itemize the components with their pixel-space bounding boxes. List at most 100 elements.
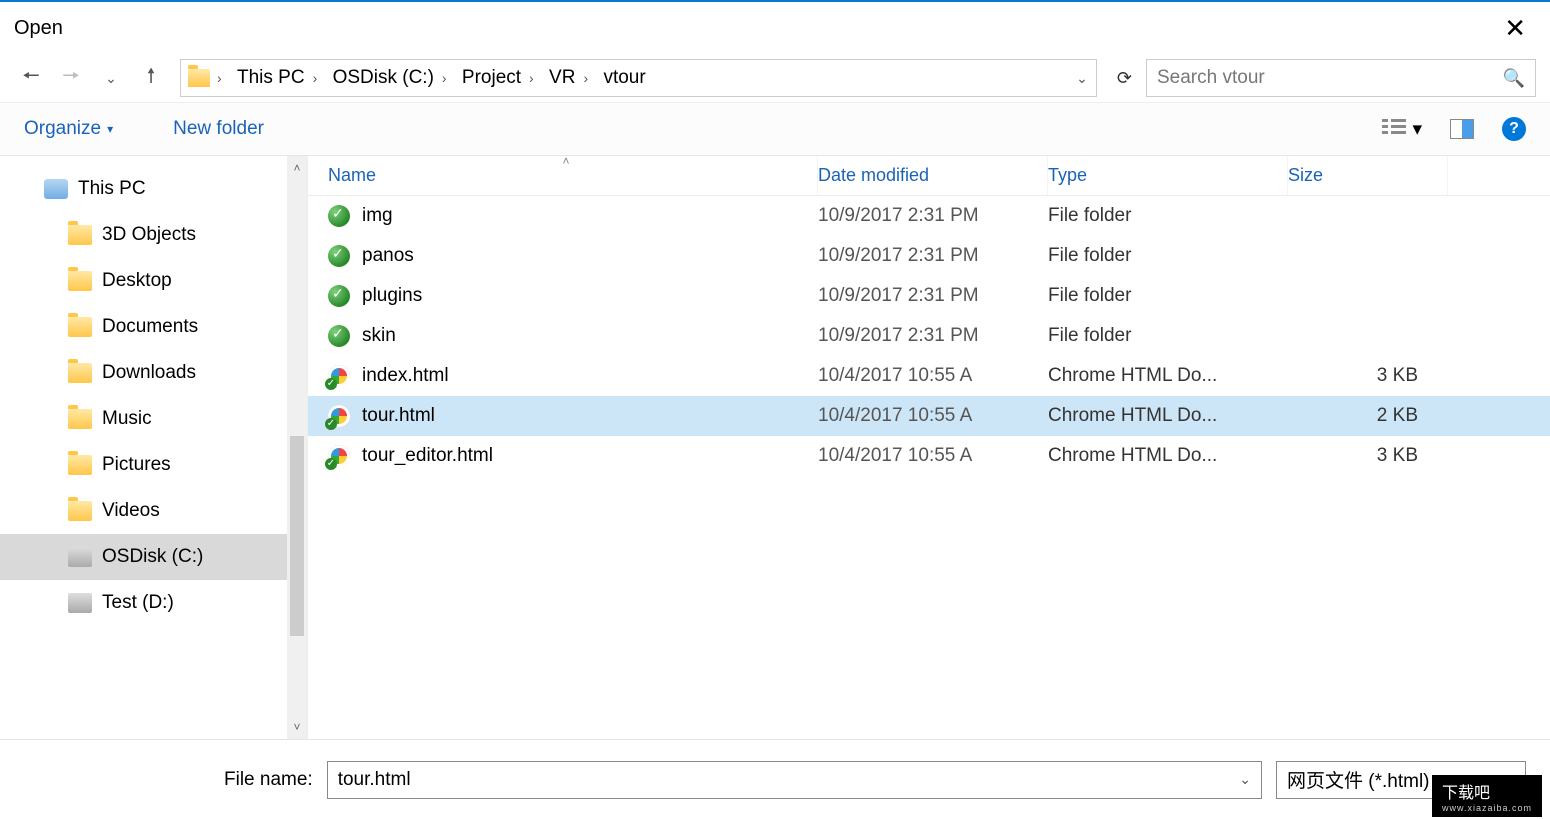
up-button[interactable]: 🠕	[134, 61, 168, 95]
navigation-pane: This PC3D ObjectsDesktopDocumentsDownloa…	[0, 156, 308, 739]
html-icon	[328, 445, 350, 467]
file-name: tour_editor.html	[362, 445, 493, 467]
file-name: panos	[362, 245, 414, 267]
title-bar: Open ✕	[0, 2, 1550, 54]
file-type: Chrome HTML Do...	[1048, 405, 1288, 427]
filename-input[interactable]: tour.html ⌄	[327, 761, 1262, 799]
file-row[interactable]: plugins10/9/2017 2:31 PMFile folder	[308, 276, 1550, 316]
file-name: skin	[362, 325, 396, 347]
file-name: tour.html	[362, 405, 435, 427]
sidebar-item[interactable]: Music	[0, 396, 307, 442]
address-bar[interactable]: ›This PC›OSDisk (C:)›Project›VR›vtour ⌄	[180, 59, 1097, 97]
file-row[interactable]: panos10/9/2017 2:31 PMFile folder	[308, 236, 1550, 276]
chevron-down-icon[interactable]: ⌄	[1239, 771, 1251, 788]
chevron-right-icon[interactable]: ›	[583, 70, 595, 86]
close-icon[interactable]: ✕	[1494, 13, 1536, 44]
sidebar-scrollbar[interactable]: ˄ ˅	[287, 156, 307, 739]
file-type: File folder	[1048, 325, 1288, 347]
file-size: 2 KB	[1288, 405, 1448, 427]
preview-pane-toggle[interactable]	[1450, 119, 1474, 139]
filename-label: File name:	[224, 769, 313, 791]
sidebar-item[interactable]: Test (D:)	[0, 580, 307, 626]
forward-button[interactable]: 🠖	[54, 61, 88, 95]
file-row[interactable]: index.html 10/4/2017 10:55 AChrome HTML D…	[308, 356, 1550, 396]
breadcrumb-item[interactable]: vtour	[595, 67, 653, 89]
sidebar-item[interactable]: Desktop	[0, 258, 307, 304]
help-icon[interactable]: ?	[1502, 117, 1526, 141]
watermark: 下载吧 www.xiazaiba.com	[1432, 775, 1542, 817]
footer-bar: File name: tour.html ⌄ 网页文件 (*.html) ⌄ 下…	[0, 739, 1550, 819]
file-list-area: ˄ Name Date modified Type Size img10/9/2…	[308, 156, 1550, 739]
folder-icon	[68, 409, 92, 429]
window-title: Open	[14, 17, 63, 40]
column-header-size[interactable]: Size	[1288, 156, 1448, 195]
search-icon: 🔍	[1503, 68, 1525, 89]
file-date: 10/4/2017 10:55 A	[818, 365, 1048, 387]
file-date: 10/9/2017 2:31 PM	[818, 325, 1048, 347]
file-row[interactable]: tour_editor.html 10/4/2017 10:55 AChrome …	[308, 436, 1550, 476]
drive-icon	[68, 547, 92, 567]
chevron-down-icon: ▾	[107, 122, 113, 136]
nav-row: 🠔 🠖 ⌄ 🠕 ›This PC›OSDisk (C:)›Project›VR›…	[0, 54, 1550, 102]
file-type: Chrome HTML Do...	[1048, 445, 1288, 467]
chevron-right-icon[interactable]: ›	[313, 70, 325, 86]
file-row[interactable]: img10/9/2017 2:31 PMFile folder	[308, 196, 1550, 236]
column-header-date[interactable]: Date modified	[818, 156, 1048, 195]
breadcrumb-item[interactable]: VR	[541, 67, 583, 89]
drive-icon	[68, 593, 92, 613]
sidebar-item[interactable]: Downloads	[0, 350, 307, 396]
file-name: index.html	[362, 365, 449, 387]
column-headers: ˄ Name Date modified Type Size	[308, 156, 1550, 196]
html-icon	[328, 365, 350, 387]
organize-menu[interactable]: Organize ▾	[24, 118, 113, 140]
content-area: This PC3D ObjectsDesktopDocumentsDownloa…	[0, 156, 1550, 739]
new-folder-button[interactable]: New folder	[173, 118, 264, 140]
file-row[interactable]: tour.html 10/4/2017 10:55 AChrome HTML Do…	[308, 396, 1550, 436]
folder-icon	[328, 285, 350, 307]
column-header-name[interactable]: ˄ Name	[308, 156, 818, 195]
scroll-thumb[interactable]	[290, 436, 304, 636]
breadcrumb-item[interactable]: OSDisk (C:)	[325, 67, 442, 89]
folder-icon	[328, 245, 350, 267]
sidebar-item[interactable]: OSDisk (C:)	[0, 534, 307, 580]
chevron-right-icon[interactable]: ›	[217, 70, 229, 86]
file-row[interactable]: skin 10/9/2017 2:31 PMFile folder	[308, 316, 1550, 356]
folder-icon	[68, 501, 92, 521]
refresh-icon[interactable]: ⟳	[1109, 68, 1140, 89]
folder-icon	[181, 60, 217, 96]
file-date: 10/4/2017 10:55 A	[818, 445, 1048, 467]
scroll-down-icon[interactable]: ˅	[293, 715, 300, 739]
address-dropdown-icon[interactable]: ⌄	[1076, 70, 1088, 87]
file-date: 10/9/2017 2:31 PM	[818, 245, 1048, 267]
sidebar-item[interactable]: 3D Objects	[0, 212, 307, 258]
file-size: 3 KB	[1288, 445, 1448, 467]
chevron-right-icon[interactable]: ›	[529, 70, 541, 86]
command-bar: Organize ▾ New folder ▾ ?	[0, 102, 1550, 156]
sidebar-item-this-pc[interactable]: This PC	[0, 166, 307, 212]
file-type: Chrome HTML Do...	[1048, 365, 1288, 387]
file-date: 10/9/2017 2:31 PM	[818, 285, 1048, 307]
view-menu[interactable]: ▾	[1382, 118, 1422, 141]
file-name: plugins	[362, 285, 422, 307]
column-header-type[interactable]: Type	[1048, 156, 1288, 195]
folder-icon	[68, 363, 92, 383]
sort-ascending-icon: ˄	[563, 154, 570, 168]
folder-icon	[68, 225, 92, 245]
sidebar-item[interactable]: Videos	[0, 488, 307, 534]
pc-icon	[44, 179, 68, 199]
folder-icon	[328, 205, 350, 227]
scroll-up-icon[interactable]: ˄	[293, 156, 300, 180]
back-button[interactable]: 🠔	[14, 61, 48, 95]
search-input[interactable]: Search vtour 🔍	[1146, 59, 1536, 97]
folder-icon	[68, 317, 92, 337]
breadcrumb-item[interactable]: This PC	[229, 67, 313, 89]
chevron-right-icon[interactable]: ›	[442, 70, 454, 86]
list-view-icon	[1382, 119, 1406, 139]
recent-locations-dropdown[interactable]: ⌄	[94, 61, 128, 95]
file-date: 10/4/2017 10:55 A	[818, 405, 1048, 427]
file-size: 3 KB	[1288, 365, 1448, 387]
sidebar-item[interactable]: Pictures	[0, 442, 307, 488]
breadcrumb-item[interactable]: Project	[454, 67, 529, 89]
folder-icon	[328, 325, 350, 347]
sidebar-item[interactable]: Documents	[0, 304, 307, 350]
